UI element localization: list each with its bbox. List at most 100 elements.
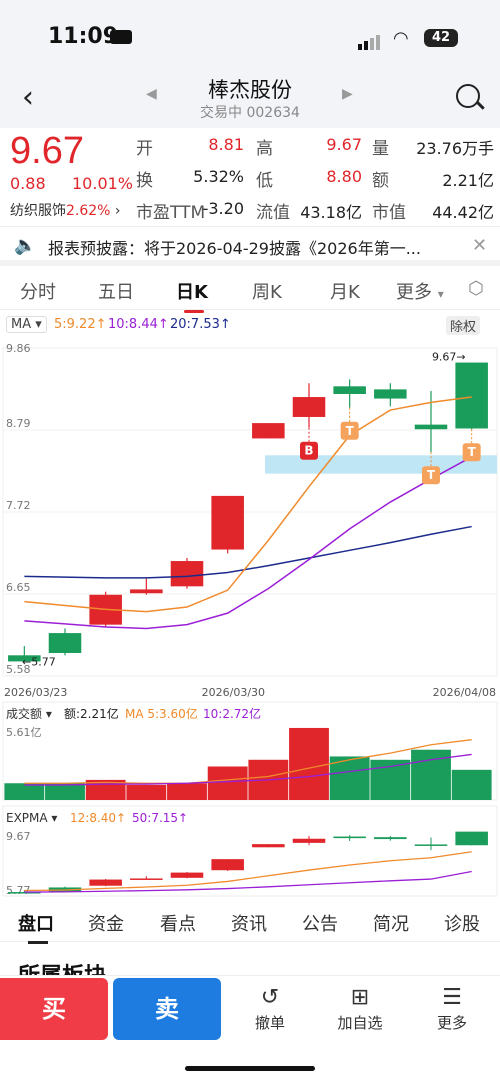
tab-intraday[interactable]: 分时 (20, 278, 56, 304)
candle-body (211, 495, 244, 550)
candle-body (292, 397, 326, 417)
close-icon[interactable]: ✕ (472, 235, 487, 256)
detail-tabs: 盘口 资金 看点 资讯 公告 简况 诊股 (0, 906, 500, 944)
wifi-icon: ◠ (393, 28, 409, 49)
add-watchlist-label: 加自选 (337, 1014, 383, 1032)
expma-12: 12:8.40↑ (70, 811, 126, 825)
ma-legend: MA ▾ 5:9.22↑ 10:8.44↑ 20:7.53↑ 除权 (0, 314, 500, 338)
status-bar: 11:09 ◠ 42 (0, 0, 500, 72)
expma-candle-body (414, 844, 448, 846)
ma5-line (24, 396, 472, 613)
sector-pct: 2.62% (66, 203, 111, 219)
quote-label: 市盈TTM (136, 203, 206, 223)
home-indicator (185, 1066, 315, 1071)
search-icon[interactable] (456, 84, 480, 108)
volume-bar (45, 783, 85, 800)
expma-candle-body (252, 844, 285, 848)
menu-icon: ☰ (442, 985, 462, 1010)
last-price: 9.67 (10, 130, 84, 172)
y-tick-label: 8.79 (6, 417, 31, 430)
expma-candle-body (333, 836, 366, 839)
trade-marker-label: T (346, 424, 355, 438)
tab-diagnosis[interactable]: 诊股 (444, 910, 480, 936)
sleep-icon (110, 30, 132, 44)
quote-value: 2.21亿 (442, 171, 494, 190)
max-price-label: 9.67→ (432, 351, 466, 364)
expma-candle-body (455, 831, 488, 846)
expma-candle-body (292, 838, 326, 843)
prev-stock-icon[interactable]: ◀ (146, 86, 157, 102)
quote-value: 8.81 (208, 135, 244, 154)
tab-five-day[interactable]: 五日 (98, 278, 134, 304)
tab-profile[interactable]: 简况 (373, 910, 409, 936)
stock-status-code: 交易中 002634 (200, 105, 300, 121)
quote-label: 市值 (372, 203, 406, 223)
quote-label: 流值 (256, 203, 290, 223)
sell-button[interactable]: 卖 (113, 978, 221, 1040)
adjust-selector[interactable]: 除权 (446, 316, 481, 335)
tab-more-label: 更多 (396, 282, 432, 303)
speaker-icon: 🔈 (14, 235, 37, 256)
volume-bar (411, 749, 451, 800)
quote-value: 5.32% (193, 167, 244, 186)
chart-tabs: 分时 五日 日K 周K 月K 更多 ▾ ⬡ (0, 270, 500, 313)
price-change: 0.88 (10, 174, 46, 193)
candle-body (455, 362, 488, 429)
signal-icon (358, 31, 382, 50)
expma-candle-body (170, 872, 204, 878)
ma10-text: 10:8.44 (108, 317, 158, 332)
tab-capital[interactable]: 资金 (88, 910, 124, 936)
stock-header: ‹ 棒杰股份 交易中 002634 ◀ ▶ (0, 72, 500, 128)
sector-name: 纺织服饰 (10, 203, 66, 219)
settings-hexagon-icon[interactable]: ⬡ (468, 278, 484, 299)
candle-body (414, 424, 448, 430)
quote-value: 44.42亿 (432, 203, 494, 222)
tab-daily-k[interactable]: 日K (176, 278, 208, 313)
quote-label: 开 (136, 139, 153, 159)
add-watchlist-button[interactable]: ⊞ 加自选 (322, 984, 398, 1033)
tab-news[interactable]: 资讯 (231, 910, 267, 936)
expma-candle-body (130, 878, 163, 880)
more-button[interactable]: ☰ 更多 (414, 984, 490, 1033)
expma-candle-body (89, 879, 122, 886)
volume-ma5: MA 5:3.60亿 (125, 706, 198, 721)
volume-bar (126, 784, 167, 800)
expma-label: EXPMA ▾ (6, 811, 57, 825)
tab-more[interactable]: 更多 ▾ (396, 278, 444, 304)
cancel-order-label: 撤单 (254, 1014, 285, 1032)
buy-button[interactable]: 买 (0, 978, 108, 1040)
ma10-value: 10:8.44↑ (108, 317, 169, 332)
volume-bar (289, 727, 329, 800)
ma5-value: 5:9.22↑ (54, 317, 107, 332)
ma-selector[interactable]: MA ▾ (6, 316, 47, 333)
expma-top-label: 9.67 (6, 830, 31, 843)
candle-body (48, 633, 82, 654)
quote-label: 额 (372, 171, 389, 191)
quote-label: 量 (372, 139, 389, 159)
ma20-line (24, 525, 472, 579)
ma5-text: 5:9.22 (54, 317, 96, 332)
announcement-bar[interactable]: 🔈 报表预披露：将于2026-04-29披露《2026年第一... ✕ (0, 226, 500, 266)
tab-monthly-k[interactable]: 月K (330, 278, 360, 304)
tab-weekly-k[interactable]: 周K (252, 278, 282, 304)
quote-value: 23.76万手 (416, 139, 494, 158)
stock-name: 棒杰股份 (208, 78, 292, 102)
quote-panel: 9.67 0.88 10.01% 纺织服饰2.62% › 开 8.81 高 9.67 量… (0, 128, 500, 224)
y-tick-label: 7.72 (6, 499, 31, 512)
cancel-order-button[interactable]: ↺ 撤单 (232, 984, 308, 1033)
quote-label: 低 (256, 171, 273, 191)
trade-marker-label: T (468, 445, 477, 459)
volume-label: 成交额 ▾ (6, 706, 52, 721)
tab-announcements[interactable]: 公告 (302, 910, 338, 936)
quote-label: 换 (136, 171, 153, 191)
candle-body (333, 386, 366, 394)
sector-link[interactable]: 纺织服饰2.62% › (10, 200, 121, 220)
expma-candle-body (211, 859, 244, 871)
kline-chart[interactable]: 9.868.797.726.655.58BTTT9.67→←5.772026/0… (0, 338, 500, 898)
next-stock-icon[interactable]: ▶ (342, 86, 353, 102)
tab-highlights[interactable]: 看点 (160, 910, 196, 936)
tab-order-book[interactable]: 盘口 (18, 910, 54, 944)
quote-value: 8.80 (326, 167, 362, 186)
expma-candle-body (374, 837, 407, 840)
candle-body (252, 423, 285, 439)
